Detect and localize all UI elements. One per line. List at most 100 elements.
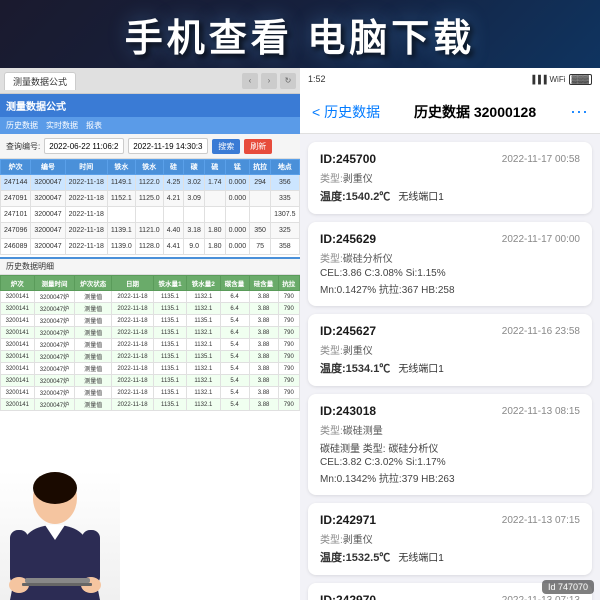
main-content: 测量数据公式 ‹ › ↻ 测量数据公式 历史数据 实时数据 报表 查询编号: [0, 68, 600, 600]
sub-nav-item-1[interactable]: 历史数据 [6, 120, 38, 131]
card-temperature: 温度:1532.5℃ [320, 549, 390, 565]
battery-indicator: ▓▓▓ [569, 74, 593, 85]
more-menu-button[interactable]: ··· [570, 101, 588, 122]
table-row[interactable]: 24608932000472022-11-181139.01128.04.419… [1, 239, 301, 255]
person-silhouette [0, 470, 110, 600]
table-cell: 1135.1 [153, 315, 186, 327]
card-type: 类型:碳硅分析仪 [320, 250, 580, 265]
table-cell: 2022-11-18 [112, 327, 154, 339]
card-date: 2022-11-13 08:15 [502, 406, 580, 417]
table-cell: 1149.1 [107, 175, 135, 191]
table-cell: 2022-11-18 [112, 291, 154, 303]
bottom-data-table: 炉次 测量时间 炉次状态 日期 铁水量1 铁水量2 碳含量 硅含量 抗拉 [0, 275, 300, 411]
table-cell: 3200141 [1, 375, 35, 387]
table-cell: 3200047炉 [34, 399, 75, 411]
table-cell: 1121.0 [135, 223, 163, 239]
bth-3: 炉次状态 [75, 276, 112, 291]
table-cell: 325 [271, 223, 299, 239]
table-cell: 测量值 [75, 315, 112, 327]
card-id: ID:242970 [320, 593, 376, 600]
table-cell: 3.18 [184, 223, 205, 239]
table-cell: 3200141 [1, 363, 35, 375]
table-cell: 3200141 [1, 315, 35, 327]
table-cell: 3200047 [31, 191, 65, 207]
browser-tab[interactable]: 测量数据公式 [4, 72, 76, 90]
list-item[interactable]: ID:2456272022-11-16 23:58类型:剥重仪温度:1534.1… [308, 314, 592, 386]
date-end-input[interactable] [128, 138, 208, 154]
table-cell: 3.88 [249, 291, 278, 303]
table-cell: 3.88 [249, 387, 278, 399]
filter-bar: 查询编号: 搜索 刷新 [0, 134, 300, 159]
table-cell: 246089 [1, 239, 31, 255]
table-cell: 5.4 [220, 315, 249, 327]
table-cell: 1125.0 [135, 191, 163, 207]
date-start-input[interactable] [44, 138, 124, 154]
table-row[interactable]: 24710132000472022-11-181307.5查看 [1, 207, 301, 223]
nav-back-btn[interactable]: ‹ [242, 73, 258, 89]
card-analysis-data-3: Mn:0.1342% 抗拉:379 HB:263 [320, 470, 580, 485]
list-item[interactable]: ID:2430182022-11-13 08:15类型:碳硅测量碳硅测量 类型:… [308, 394, 592, 495]
list-item[interactable]: ID:2429712022-11-13 07:15类型:剥重仪温度:1532.5… [308, 503, 592, 575]
table-cell [250, 191, 271, 207]
card-analysis-data-2: CEL:3.82 C:3.02% Si:1.17% [320, 457, 580, 468]
browser-toolbar: 测量数据公式 ‹ › ↻ [0, 68, 300, 94]
table-cell: 2022-11-18 [112, 315, 154, 327]
table-cell: 3.88 [249, 399, 278, 411]
table-row[interactable]: 24709132000472022-11-181152.11125.04.213… [1, 191, 301, 207]
card-temperature: 温度:1540.2℃ [320, 188, 390, 204]
table-cell: 1135.1 [153, 399, 186, 411]
th-炉次: 炉次 [1, 160, 31, 175]
table-cell: 3200047炉 [34, 375, 75, 387]
th-地点: 地点 [271, 160, 299, 175]
th-时间: 时间 [65, 160, 107, 175]
bth-4: 日期 [112, 276, 154, 291]
table-cell: 测量值 [75, 327, 112, 339]
table-cell: 3.88 [249, 327, 278, 339]
table-cell: 4.41 [163, 239, 184, 255]
table-cell: 1132.1 [187, 303, 220, 315]
table-cell: 0.000 [225, 223, 250, 239]
bth-8: 硅含量 [249, 276, 278, 291]
table-row: 32001413200047炉测量值2022-11-181135.11132.1… [1, 375, 300, 387]
card-id: ID:245700 [320, 152, 376, 166]
table-cell: 测量值 [75, 303, 112, 315]
table-cell [204, 191, 225, 207]
table-cell: 3.88 [249, 303, 278, 315]
table-cell: 3200141 [1, 387, 35, 399]
table-cell: 358 [271, 239, 299, 255]
table-cell: 2022-11-18 [112, 375, 154, 387]
card-date: 2022-11-13 07:13 [502, 595, 580, 600]
table-cell: 3200047炉 [34, 351, 75, 363]
mobile-card-list: ID:2457002022-11-17 00:58类型:剥重仪温度:1540.2… [300, 134, 600, 600]
table-row[interactable]: 24714432000472022-11-181149.11122.04.253… [1, 175, 301, 191]
nav-forward-btn[interactable]: › [261, 73, 277, 89]
card-header: ID:2456292022-11-17 00:00 [320, 232, 580, 246]
table-cell [135, 207, 163, 223]
table-cell: 1.80 [204, 223, 225, 239]
table-cell: 790 [278, 351, 299, 363]
table-cell: 2022-11-18 [112, 363, 154, 375]
table-cell: 3200047 [31, 175, 65, 191]
table-row[interactable]: 24709632000472022-11-181139.11121.04.403… [1, 223, 301, 239]
browser-nav: ‹ › ↻ [242, 73, 296, 89]
sub-nav-item-3[interactable]: 报表 [86, 120, 102, 131]
table-cell: 1135.1 [153, 291, 186, 303]
table-cell [225, 207, 250, 223]
nav-refresh-btn[interactable]: ↻ [280, 73, 296, 89]
table-cell: 0.000 [225, 191, 250, 207]
card-temp-row: 温度:1534.1℃无线端口1 [320, 360, 580, 376]
search-button[interactable]: 搜索 [212, 139, 240, 154]
bottom-table-section: 历史数据明细 炉次 测量时间 炉次状态 日期 铁水量1 铁水量2 碳含量 硅含量 [0, 257, 300, 411]
table-cell: 3200047 [31, 239, 65, 255]
back-button[interactable]: < 历史数据 [312, 102, 380, 122]
table-cell: 1135.1 [153, 303, 186, 315]
table-cell: 2022-11-18 [65, 191, 107, 207]
reset-button[interactable]: 刷新 [244, 139, 272, 154]
table-cell: 1135.1 [153, 327, 186, 339]
mobile-time: 1:52 [308, 74, 326, 84]
table-cell: 1135.1 [153, 363, 186, 375]
list-item[interactable]: ID:2457002022-11-17 00:58类型:剥重仪温度:1540.2… [308, 142, 592, 214]
sub-nav-item-2[interactable]: 实时数据 [46, 120, 78, 131]
list-item[interactable]: ID:2456292022-11-17 00:00类型:碳硅分析仪CEL:3.8… [308, 222, 592, 306]
table-cell: 1132.1 [187, 387, 220, 399]
